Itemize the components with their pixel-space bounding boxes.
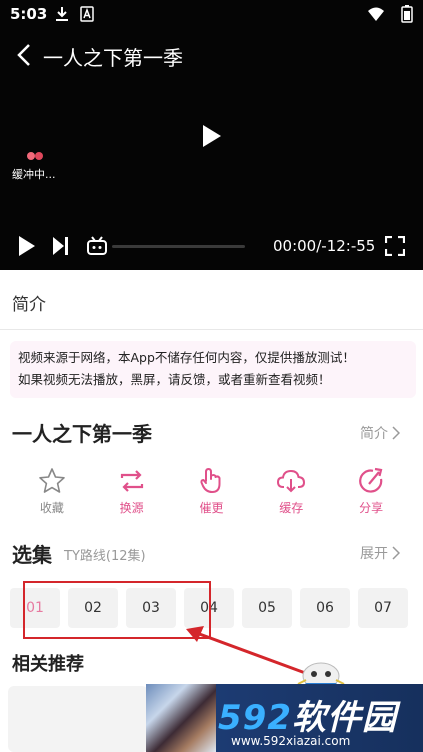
episodes-route[interactable]: TY路线(12集): [64, 545, 146, 564]
star-icon: [39, 468, 65, 493]
center-play-icon[interactable]: [200, 123, 224, 149]
cache-label: 缓存: [279, 501, 304, 515]
video-player[interactable]: 5:03 一人之下第一季 缓冲中... 00:00/-12:-55: [0, 0, 423, 270]
wifi-icon: [368, 7, 384, 21]
intro-link[interactable]: 简介: [360, 423, 400, 443]
notice-line-1: 视频来源于网络，本App不储存任何内容，仅提供播放测试！: [18, 350, 355, 365]
divider: [0, 329, 423, 330]
progress-bar[interactable]: [112, 245, 245, 248]
buffering-text: 缓冲中...: [12, 168, 56, 181]
danmaku-toggle-icon[interactable]: [86, 236, 108, 256]
switch-source-label: 换源: [119, 501, 144, 515]
notice-line-2: 如果视频无法播放，黑屏，请反馈，或者重新查看视频！: [18, 372, 331, 387]
watermark-brand-number: 592: [218, 698, 292, 738]
cache-button[interactable]: 缓存: [261, 466, 321, 522]
recommend-card[interactable]: [8, 686, 148, 752]
show-title: 一人之下第一季: [12, 422, 152, 446]
fullscreen-icon[interactable]: [385, 236, 405, 256]
chevron-right-icon: [392, 546, 400, 560]
episodes-heading: 选集: [12, 543, 52, 567]
urge-update-icon: [200, 468, 221, 493]
expand-episodes-link[interactable]: 展开: [360, 543, 400, 563]
next-episode-icon[interactable]: [52, 236, 70, 256]
intro-link-label: 简介: [360, 426, 388, 442]
play-button-icon[interactable]: [17, 235, 37, 257]
watermark-avatar: [146, 684, 216, 752]
recommend-heading: 相关推荐: [12, 654, 84, 675]
share-icon: [359, 467, 383, 493]
back-arrow-icon[interactable]: [14, 43, 36, 67]
watermark-banner: 592软件园 www.592xiazai.com: [146, 684, 423, 752]
watermark-brand-text: 软件园: [291, 698, 397, 738]
status-time: 5:03: [10, 5, 48, 23]
video-title: 一人之下第一季: [43, 46, 183, 70]
urge-update-label: 催更: [199, 501, 224, 515]
buffering-indicator-icon: [27, 152, 43, 160]
download-status-icon: [56, 7, 68, 21]
action-bar: 收藏 换源 催更 缓存 分享: [0, 466, 423, 522]
app-notification-icon: [80, 6, 94, 22]
switch-source-button[interactable]: 换源: [102, 466, 162, 522]
chevron-right-icon: [392, 426, 400, 440]
tab-intro[interactable]: 简介: [12, 290, 46, 315]
watermark-brand: 592软件园: [218, 690, 397, 739]
favorite-button[interactable]: 收藏: [22, 466, 82, 522]
watermark-site: www.592xiazai.com: [231, 734, 351, 748]
battery-icon: [401, 5, 413, 23]
status-bar: 5:03: [0, 0, 423, 28]
cloud-download-icon: [277, 469, 306, 493]
share-button[interactable]: 分享: [341, 466, 401, 522]
switch-source-icon: [120, 470, 143, 492]
favorite-label: 收藏: [39, 501, 64, 515]
expand-label: 展开: [360, 546, 388, 562]
disclaimer-notice: 视频来源于网络，本App不储存任何内容，仅提供播放测试！ 如果视频无法播放，黑屏…: [10, 341, 416, 398]
urge-update-button[interactable]: 催更: [181, 466, 241, 522]
time-display: 00:00/-12:-55: [273, 237, 376, 255]
episode-item[interactable]: 07: [358, 588, 408, 628]
share-label: 分享: [359, 501, 384, 515]
